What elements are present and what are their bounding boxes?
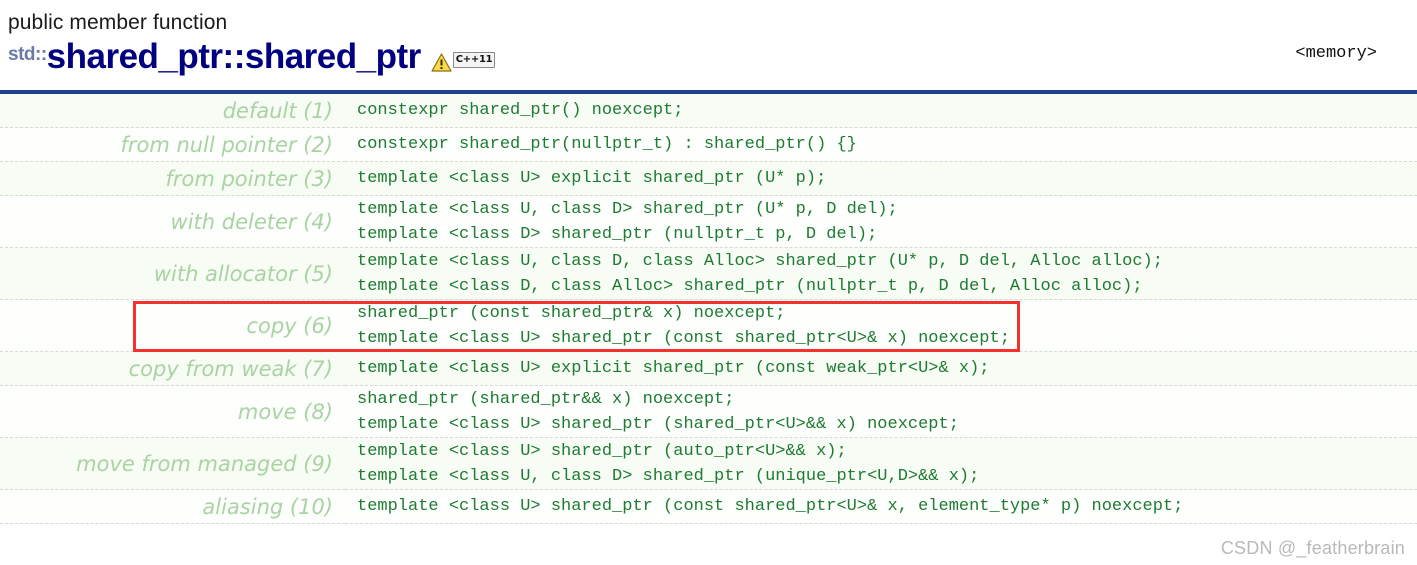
table-row-highlighted: with deleter (4) template <class U, clas… [0,195,1417,248]
code-line: template <class U, class D> shared_ptr (… [357,466,980,486]
prototype-table-wrapper: default (1) constexpr shared_ptr() noexc… [0,94,1417,524]
row-code: template <class U> explicit shared_ptr (… [345,351,1417,386]
row-label: with deleter (4) [0,195,345,248]
code-line: template <class U> explicit shared_ptr (… [357,359,990,378]
namespace-prefix: std:: [8,44,47,65]
row-code: shared_ptr (const shared_ptr& x) noexcep… [345,299,1417,352]
row-code: constexpr shared_ptr(nullptr_t) : shared… [345,127,1417,162]
code-line: template <class U> shared_ptr (const sha… [357,497,1184,516]
code-line: template <class D, class Alloc> shared_p… [357,276,1143,296]
code-line: template <class U> shared_ptr (const sha… [357,328,1010,348]
table-row: from pointer (3) template <class U> expl… [0,161,1417,196]
code-line: constexpr shared_ptr(nullptr_t) : shared… [357,135,857,154]
code-line: template <class U> shared_ptr (shared_pt… [357,414,959,434]
row-label: aliasing (10) [0,489,345,524]
row-label: with allocator (5) [0,247,345,300]
member-kind-label: public member function [8,11,228,34]
table-row: copy (6) shared_ptr (const shared_ptr& x… [0,299,1417,352]
table-row: move from managed (9) template <class U>… [0,437,1417,490]
cpp11-badge: C++11 [452,51,496,68]
table-row: default (1) constexpr shared_ptr() noexc… [0,94,1417,128]
table-row: aliasing (10) template <class U> shared_… [0,489,1417,524]
row-label: copy (6) [0,299,345,352]
row-label: copy from weak (7) [0,351,345,386]
code-line: template <class D> shared_ptr (nullptr_t… [357,224,878,244]
warning-triangle-icon [431,50,452,72]
row-label: move from managed (9) [0,437,345,490]
row-label: from pointer (3) [0,161,345,196]
code-line: shared_ptr (const shared_ptr& x) noexcep… [357,303,786,323]
page-title: std:: shared_ptr::shared_ptr C++11 [8,39,1417,75]
watermark-label: CSDN @_featherbrain [1220,538,1405,558]
table-row: from null pointer (2) constexpr shared_p… [0,127,1417,162]
code-line: constexpr shared_ptr() noexcept; [357,101,684,120]
code-line: shared_ptr (shared_ptr&& x) noexcept; [357,389,735,409]
code-line: template <class U, class D, class Alloc>… [357,251,1163,271]
table-row: with allocator (5) template <class U, cl… [0,247,1417,300]
table-row: copy from weak (7) template <class U> ex… [0,351,1417,386]
row-label: from null pointer (2) [0,127,345,162]
row-code: template <class U> explicit shared_ptr (… [345,161,1417,196]
row-label: move (8) [0,385,345,438]
row-code: constexpr shared_ptr() noexcept; [345,94,1417,128]
code-line: template <class U, class D> shared_ptr (… [357,199,898,219]
row-code: template <class U> shared_ptr (auto_ptr<… [345,437,1417,490]
prototype-table-body: default (1) constexpr shared_ptr() noexc… [0,94,1417,524]
prototype-table: default (1) constexpr shared_ptr() noexc… [0,94,1417,524]
title-badges: C++11 [431,50,496,72]
header-include-label: <memory> [1295,44,1377,63]
code-line: template <class U> explicit shared_ptr (… [357,169,827,188]
code-line: template <class U> shared_ptr (auto_ptr<… [357,441,847,461]
row-code: template <class U, class D> shared_ptr (… [345,195,1417,248]
row-code: template <class U> shared_ptr (const sha… [345,489,1417,524]
page-header: public member function std:: shared_ptr:… [0,0,1417,90]
row-code: template <class U, class D, class Alloc>… [345,247,1417,300]
row-label: default (1) [0,94,345,128]
title-text: shared_ptr::shared_ptr [46,37,422,76]
row-code: shared_ptr (shared_ptr&& x) noexcept; te… [345,385,1417,438]
table-row: move (8) shared_ptr (shared_ptr&& x) noe… [0,385,1417,438]
